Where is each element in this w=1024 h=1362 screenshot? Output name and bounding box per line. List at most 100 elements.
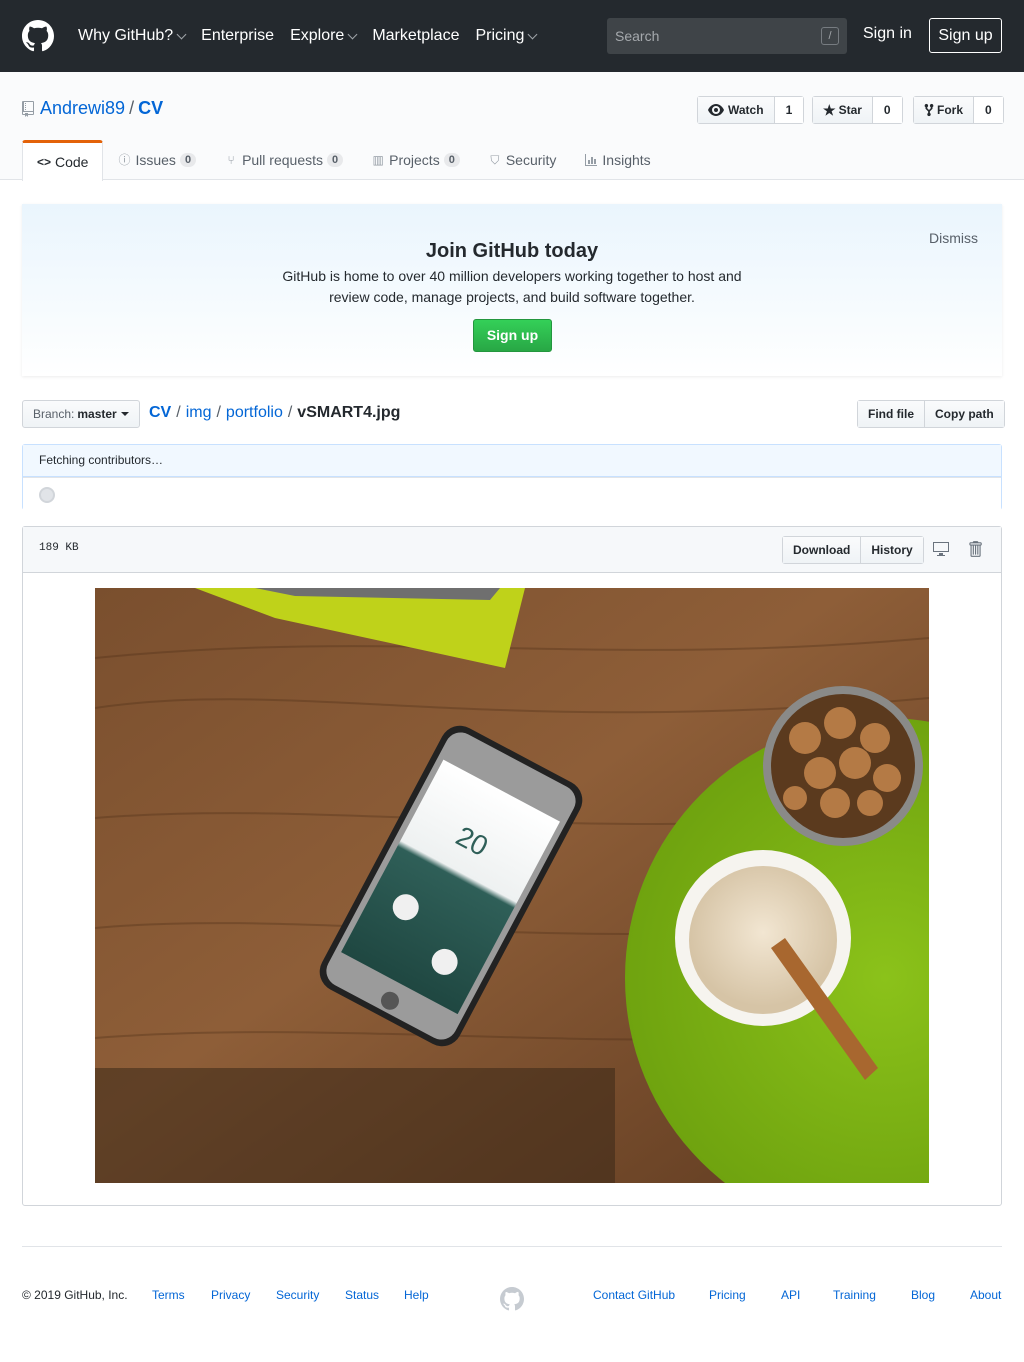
desktop-icon[interactable]	[932, 541, 950, 557]
file-viewer: 189 KB Download History 20	[22, 526, 1002, 1206]
file-size: 189 KB	[39, 542, 79, 554]
branch-name: master	[77, 407, 117, 421]
nav-label: Explore	[290, 27, 345, 44]
footer-link-contact[interactable]: Contact GitHub	[593, 1288, 675, 1302]
footer-divider	[22, 1246, 1002, 1247]
fork-button-group: Fork 0	[913, 96, 1004, 124]
search-shortcut-key: /	[821, 27, 839, 45]
file-actions: Download History	[782, 536, 924, 564]
download-button[interactable]: Download	[783, 537, 861, 563]
star-button[interactable]: ★ Star	[813, 97, 873, 123]
nav-label: Enterprise	[201, 27, 275, 44]
history-button[interactable]: History	[860, 537, 923, 563]
star-label: Star	[838, 103, 862, 117]
graph-icon	[585, 154, 598, 166]
branch-select[interactable]: Branch: master	[22, 400, 140, 428]
repo-icon	[22, 100, 34, 117]
fork-label: Fork	[937, 103, 964, 117]
header-nav: Why GitHub? Enterprise Explore Marketpla…	[78, 0, 552, 72]
footer-link-about[interactable]: About	[970, 1288, 1001, 1302]
eye-icon	[708, 104, 724, 116]
banner-text: GitHub is home to over 40 million develo…	[282, 268, 742, 305]
sign-in-link[interactable]: Sign in	[863, 25, 912, 43]
issue-icon: ⓘ	[118, 153, 131, 167]
find-file-button[interactable]: Find file	[858, 401, 924, 427]
banner-sign-up-button[interactable]: Sign up	[473, 319, 552, 352]
search-placeholder: Search	[615, 28, 660, 44]
star-icon: ★	[823, 101, 836, 118]
project-icon: ▥	[372, 153, 384, 167]
footer-link-help[interactable]: Help	[404, 1288, 429, 1302]
footer-link-status[interactable]: Status	[345, 1288, 379, 1302]
watch-count[interactable]: 1	[774, 97, 804, 123]
tab-insights[interactable]: Insights	[570, 140, 664, 180]
tab-issues[interactable]: ⓘ Issues 0	[103, 140, 210, 180]
tab-label: Projects	[389, 152, 440, 168]
search-input[interactable]: Search /	[607, 18, 847, 54]
caret-down-icon	[120, 412, 129, 416]
footer-link-blog[interactable]: Blog	[911, 1288, 935, 1302]
pull-request-icon: ⑂	[227, 153, 235, 167]
chevron-down-icon	[527, 29, 538, 39]
tab-label: Security	[505, 152, 557, 168]
fork-button[interactable]: Fork	[914, 97, 975, 123]
tab-counter: 0	[179, 153, 197, 167]
image-preview: 20	[95, 588, 929, 1183]
nav-explore[interactable]: Explore	[290, 27, 358, 45]
code-icon: <>	[37, 155, 52, 169]
chevron-down-icon	[347, 29, 358, 39]
tab-pull-requests[interactable]: ⑂ Pull requests 0	[210, 140, 357, 180]
watch-label: Watch	[728, 103, 764, 117]
repo-tabs: <> Code ⓘ Issues 0 ⑂ Pull requests 0 ▥ P…	[22, 140, 665, 181]
nav-label: Pricing	[475, 27, 525, 44]
repo-owner-link[interactable]: Andrewi89	[40, 98, 125, 119]
footer-link-privacy[interactable]: Privacy	[211, 1288, 250, 1302]
shadow-area	[95, 1068, 615, 1183]
star-count[interactable]: 0	[872, 97, 902, 123]
footer-link-security[interactable]: Security	[276, 1288, 319, 1302]
tab-label: Code	[55, 154, 89, 170]
github-mark-icon[interactable]	[500, 1287, 524, 1311]
watch-button-group: Watch 1	[697, 96, 805, 124]
fork-count[interactable]: 0	[974, 97, 1003, 123]
breadcrumb: CV / img / portfolio / vSMART4.jpg	[149, 404, 400, 422]
fork-icon	[924, 103, 934, 117]
nav-label: Marketplace	[372, 27, 460, 44]
nav-label: Why GitHub?	[78, 27, 174, 44]
repo-name-link[interactable]: CV	[138, 98, 163, 119]
footer-link-training[interactable]: Training	[833, 1288, 876, 1302]
tab-security[interactable]: ⛉ Security	[474, 140, 571, 180]
breadcrumb-img-link[interactable]: img	[186, 404, 212, 422]
sign-up-button[interactable]: Sign up	[929, 18, 1002, 53]
nav-enterprise[interactable]: Enterprise	[201, 27, 274, 45]
shield-icon: ⛉	[490, 153, 500, 167]
nav-why-github[interactable]: Why GitHub?	[78, 27, 187, 45]
banner-title: Join GitHub today	[425, 240, 599, 262]
tab-label: Pull requests	[242, 152, 323, 168]
file-nav-buttons: Find file Copy path	[857, 400, 1005, 428]
footer-link-api[interactable]: API	[781, 1288, 800, 1302]
footer-link-terms[interactable]: Terms	[152, 1288, 185, 1302]
breadcrumb-portfolio-link[interactable]: portfolio	[226, 404, 283, 422]
watch-button[interactable]: Watch	[698, 97, 775, 123]
contributors-status: Fetching contributors…	[23, 445, 1001, 477]
copy-path-button[interactable]: Copy path	[924, 401, 1004, 427]
trash-icon[interactable]	[967, 540, 983, 558]
footer-link-pricing[interactable]: Pricing	[709, 1288, 746, 1302]
tab-counter: 0	[327, 153, 344, 167]
breadcrumb-separator: /	[176, 404, 181, 421]
file-header: 189 KB Download History	[23, 527, 1001, 573]
star-button-group: ★ Star 0	[812, 96, 903, 124]
breadcrumb-separator: /	[287, 404, 293, 421]
breadcrumb-filename: vSMART4.jpg	[297, 404, 401, 421]
nav-marketplace[interactable]: Marketplace	[372, 27, 459, 45]
tab-label: Issues	[135, 152, 176, 168]
breadcrumb-root-link[interactable]: CV	[149, 404, 171, 422]
tab-code[interactable]: <> Code	[22, 140, 104, 181]
tab-projects[interactable]: ▥ Projects 0	[357, 140, 474, 180]
branch-prefix: Branch:	[33, 407, 75, 421]
repo-title: Andrewi89 / CV	[22, 98, 163, 119]
github-logo-icon[interactable]	[22, 20, 54, 52]
chevron-down-icon	[176, 29, 187, 39]
nav-pricing[interactable]: Pricing	[475, 27, 538, 45]
